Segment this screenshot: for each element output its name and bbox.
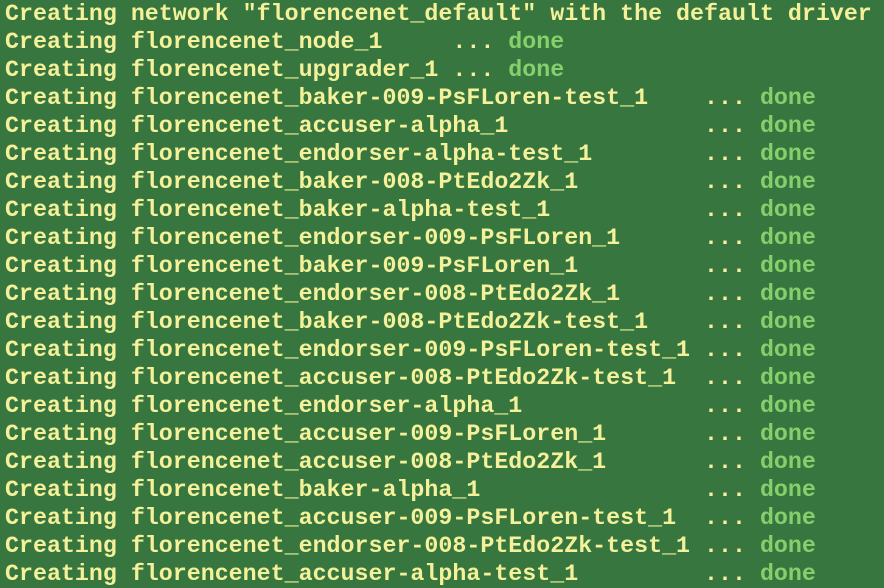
status-done: done bbox=[759, 225, 816, 251]
line-text: Creating florencenet_accuser-008-PtEdo2Z… bbox=[5, 449, 760, 475]
line-text: Creating florencenet_baker-008-PtEdo2Zk_… bbox=[5, 169, 760, 195]
status-done: done bbox=[759, 141, 816, 167]
status-done: done bbox=[759, 533, 816, 559]
terminal-line: Creating florencenet_accuser-alpha-test_… bbox=[5, 560, 884, 588]
status-done: done bbox=[759, 449, 816, 475]
status-done: done bbox=[759, 281, 816, 307]
line-text: Creating florencenet_baker-009-PsFLoren_… bbox=[5, 253, 760, 279]
terminal-line: Creating florencenet_upgrader_1 ... done bbox=[5, 56, 884, 84]
terminal-line: Creating florencenet_baker-alpha-test_1 … bbox=[5, 196, 884, 224]
line-text: Creating florencenet_endorser-009-PsFLor… bbox=[5, 337, 760, 363]
terminal-line: Creating florencenet_endorser-009-PsFLor… bbox=[5, 224, 884, 252]
line-text: Creating network "florencenet_default" w… bbox=[5, 1, 872, 27]
terminal-line: Creating florencenet_accuser-009-PsFLore… bbox=[5, 420, 884, 448]
status-done: done bbox=[759, 337, 816, 363]
terminal-line: Creating florencenet_endorser-alpha-test… bbox=[5, 140, 884, 168]
terminal-line: Creating florencenet_accuser-alpha_1 ...… bbox=[5, 112, 884, 140]
terminal-line: Creating network "florencenet_default" w… bbox=[5, 0, 884, 28]
line-text: Creating florencenet_endorser-alpha_1 ..… bbox=[5, 393, 760, 419]
line-text: Creating florencenet_baker-009-PsFLoren-… bbox=[5, 85, 760, 111]
terminal-line: Creating florencenet_accuser-008-PtEdo2Z… bbox=[5, 364, 884, 392]
terminal-line: Creating florencenet_baker-alpha_1 ... d… bbox=[5, 476, 884, 504]
line-text: Creating florencenet_endorser-008-PtEdo2… bbox=[5, 281, 760, 307]
line-text: Creating florencenet_endorser-008-PtEdo2… bbox=[5, 533, 760, 559]
status-done: done bbox=[759, 505, 816, 531]
terminal-line: Creating florencenet_accuser-009-PsFLore… bbox=[5, 504, 884, 532]
line-text: Creating florencenet_accuser-alpha_1 ... bbox=[5, 113, 760, 139]
terminal-line: Creating florencenet_baker-009-PsFLoren-… bbox=[5, 84, 884, 112]
terminal-line: Creating florencenet_endorser-009-PsFLor… bbox=[5, 336, 884, 364]
status-done: done bbox=[759, 393, 816, 419]
terminal-line: Creating florencenet_endorser-alpha_1 ..… bbox=[5, 392, 884, 420]
status-done: done bbox=[759, 113, 816, 139]
line-text: Creating florencenet_node_1 ... bbox=[5, 29, 509, 55]
status-done: done bbox=[759, 253, 816, 279]
line-text: Creating florencenet_accuser-alpha-test_… bbox=[5, 561, 760, 587]
line-text: Creating florencenet_baker-alpha_1 ... bbox=[5, 477, 760, 503]
line-text: Creating florencenet_upgrader_1 ... bbox=[5, 57, 509, 83]
line-text: Creating florencenet_baker-alpha-test_1 … bbox=[5, 197, 760, 223]
line-text: Creating florencenet_endorser-alpha-test… bbox=[5, 141, 760, 167]
status-done: done bbox=[759, 365, 816, 391]
terminal-line: Creating florencenet_endorser-008-PtEdo2… bbox=[5, 532, 884, 560]
status-done: done bbox=[759, 561, 816, 587]
line-text: Creating florencenet_accuser-008-PtEdo2Z… bbox=[5, 365, 760, 391]
line-text: Creating florencenet_baker-008-PtEdo2Zk-… bbox=[5, 309, 760, 335]
line-text: Creating florencenet_accuser-009-PsFLore… bbox=[5, 421, 760, 447]
status-done: done bbox=[759, 197, 816, 223]
terminal-line: Creating florencenet_baker-009-PsFLoren_… bbox=[5, 252, 884, 280]
status-done: done bbox=[508, 57, 565, 83]
terminal-line: Creating florencenet_endorser-008-PtEdo2… bbox=[5, 280, 884, 308]
terminal-line: Creating florencenet_accuser-008-PtEdo2Z… bbox=[5, 448, 884, 476]
terminal-line: Creating florencenet_node_1 ... done bbox=[5, 28, 884, 56]
status-done: done bbox=[759, 309, 816, 335]
status-done: done bbox=[759, 421, 816, 447]
status-done: done bbox=[759, 85, 816, 111]
status-done: done bbox=[508, 29, 565, 55]
terminal-output[interactable]: Creating network "florencenet_default" w… bbox=[0, 0, 884, 588]
status-done: done bbox=[759, 169, 816, 195]
terminal-line: Creating florencenet_baker-008-PtEdo2Zk_… bbox=[5, 168, 884, 196]
status-done: done bbox=[759, 477, 816, 503]
line-text: Creating florencenet_endorser-009-PsFLor… bbox=[5, 225, 760, 251]
line-text: Creating florencenet_accuser-009-PsFLore… bbox=[5, 505, 760, 531]
terminal-line: Creating florencenet_baker-008-PtEdo2Zk-… bbox=[5, 308, 884, 336]
